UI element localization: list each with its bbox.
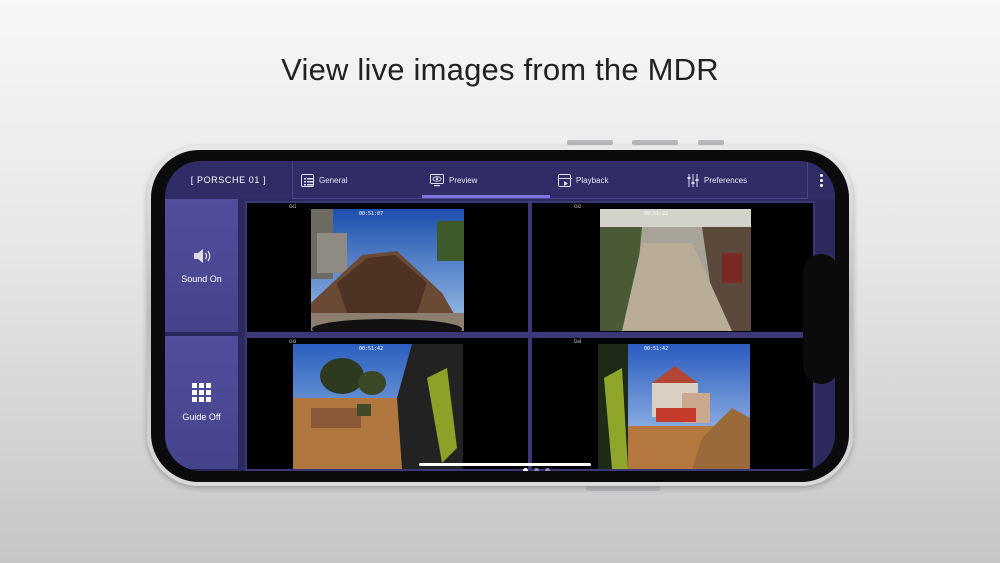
home-indicator[interactable] [419, 463, 591, 466]
top-bar: [ PORSCHE 01 ] General Preview Playback … [165, 161, 835, 199]
more-dot [820, 178, 823, 182]
general-grid-icon [301, 173, 314, 187]
sound-toggle-label: Sound On [181, 273, 222, 284]
camera-timestamp: 00:51:07 [359, 211, 384, 217]
guide-toggle-button[interactable]: Guide Off [165, 336, 238, 469]
volume-button [567, 140, 613, 145]
device-name[interactable]: [ PORSCHE 01 ] [165, 161, 293, 199]
camera-image [311, 209, 464, 332]
tab-label: Playback [576, 175, 609, 185]
camera-grid: CH1 00:51:07 CH2 00:51:22 CH3 00:51:42 C… [245, 201, 815, 471]
tab-label: Preferences [704, 175, 748, 185]
phone-bezel: [ PORSCHE 01 ] General Preview Playback … [151, 150, 849, 482]
tab-label: General [319, 175, 348, 185]
speaker-icon [192, 248, 212, 264]
app-screen: [ PORSCHE 01 ] General Preview Playback … [165, 161, 835, 471]
camera-timestamp: 00:51:42 [359, 346, 384, 352]
page-headline: View live images from the MDR [281, 52, 719, 87]
camera-timestamp: 00:51:22 [644, 211, 669, 217]
grid-icon [192, 383, 211, 402]
more-dot [820, 173, 823, 177]
playback-calendar-icon [558, 173, 572, 187]
camera-feed-1[interactable]: CH1 00:51:07 [247, 203, 528, 332]
camera-image [600, 209, 751, 331]
mute-switch [698, 140, 724, 145]
page-dots [523, 468, 550, 471]
more-menu-button[interactable] [807, 161, 835, 199]
guide-toggle-label: Guide Off [182, 412, 221, 422]
preview-eye-icon [430, 173, 444, 187]
camera-image [598, 344, 750, 469]
page-dot[interactable] [523, 468, 528, 471]
page-dot[interactable] [534, 468, 539, 471]
power-button [586, 486, 660, 491]
camera-notch [803, 254, 839, 384]
tab-playback[interactable]: Playback [558, 161, 608, 199]
sidebar: Sound On Guide Off [165, 199, 238, 471]
camera-feed-2[interactable]: CH2 00:51:22 [532, 203, 813, 332]
camera-feed-4[interactable]: CH4 00:51:42 [532, 338, 813, 469]
sound-toggle-button[interactable]: Sound On [165, 199, 238, 332]
tab-preview[interactable]: Preview [430, 161, 477, 199]
topbar-divider [293, 198, 807, 199]
page-dot[interactable] [545, 468, 550, 471]
camera-image [293, 344, 463, 469]
tab-label: Preview [449, 175, 478, 185]
tab-general[interactable]: General [301, 161, 347, 199]
camera-feed-3[interactable]: CH3 00:51:42 [247, 338, 528, 469]
more-dot [820, 183, 823, 187]
preferences-sliders-icon [687, 173, 699, 187]
phone-frame: [ PORSCHE 01 ] General Preview Playback … [147, 146, 853, 486]
camera-timestamp: 00:51:42 [644, 346, 669, 352]
tab-preferences[interactable]: Preferences [687, 161, 747, 199]
volume-button [632, 140, 678, 145]
